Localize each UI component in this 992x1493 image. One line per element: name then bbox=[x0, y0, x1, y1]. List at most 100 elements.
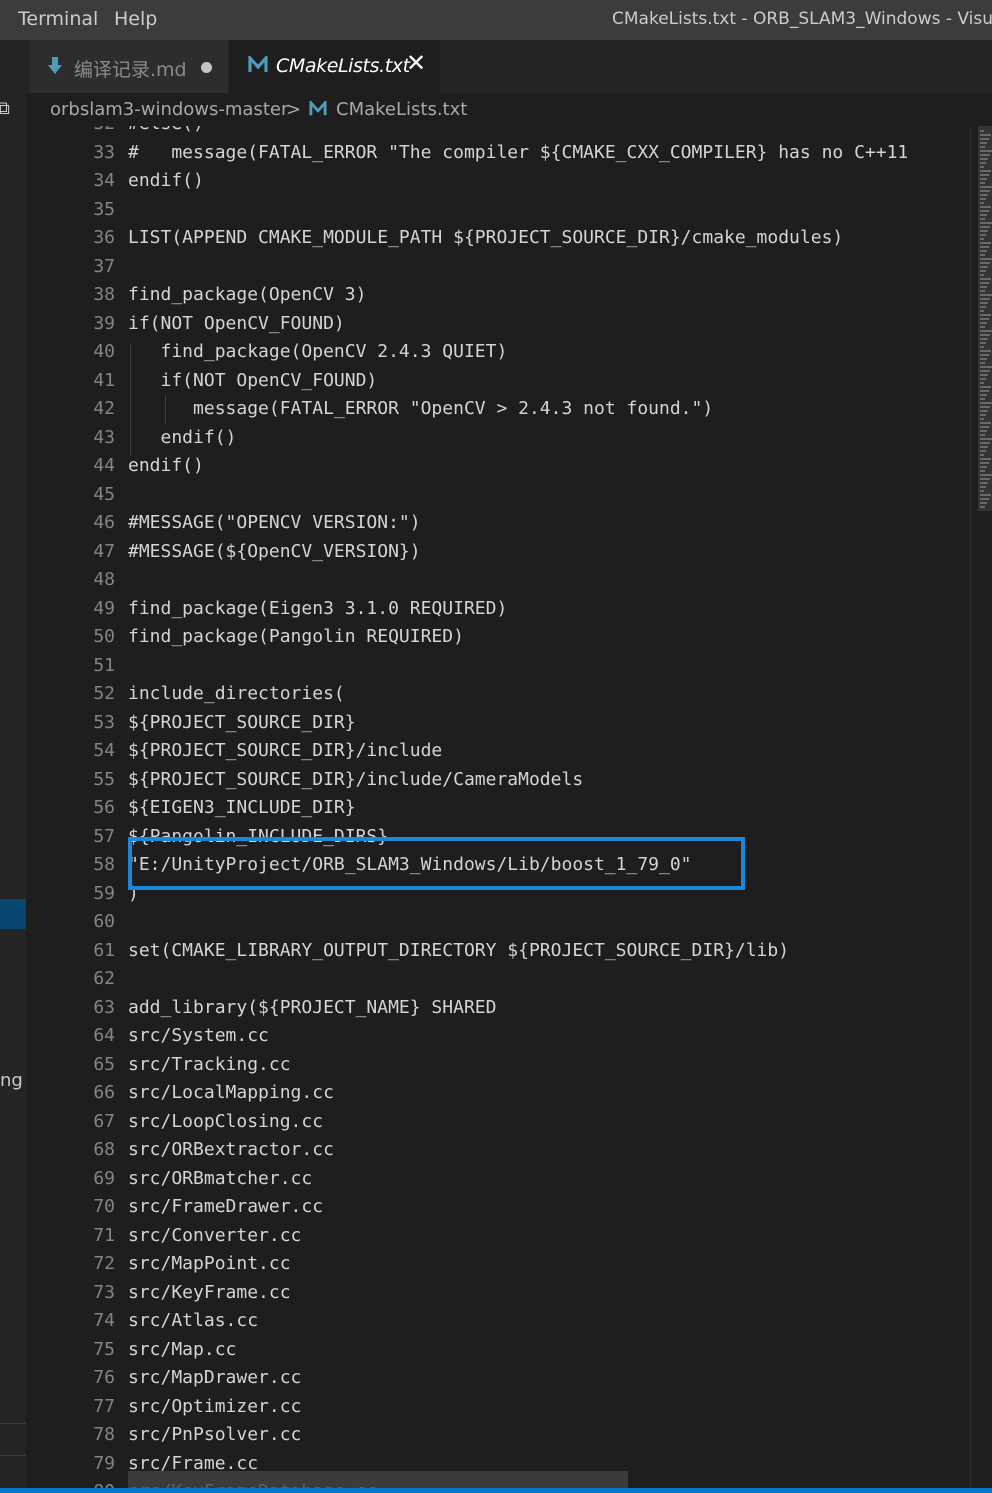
code-line[interactable]: 56 ${EIGEN3_INCLUDE_DIR} bbox=[26, 794, 970, 823]
code-line[interactable]: 73 src/KeyFrame.cc bbox=[26, 1279, 970, 1308]
line-number: 61 bbox=[93, 939, 115, 961]
line-number: 60 bbox=[93, 911, 115, 932]
minimap-line bbox=[980, 318, 989, 320]
minimap-line bbox=[980, 406, 990, 408]
code-line[interactable]: 36 LIST(APPEND CMAKE_MODULE_PATH ${PROJEC… bbox=[26, 224, 970, 253]
line-number: 63 bbox=[93, 996, 115, 1018]
line-number: 56 bbox=[93, 797, 115, 818]
code-text: src/Tracking.cc bbox=[128, 1053, 291, 1075]
line-number: 55 bbox=[93, 768, 115, 790]
code-text: if(NOT OpenCV_FOUND) bbox=[128, 312, 345, 334]
code-line[interactable]: 39 if(NOT OpenCV_FOUND) bbox=[26, 310, 970, 339]
code-line[interactable]: 34 endif() bbox=[26, 167, 970, 196]
code-text: src/Map.cc bbox=[128, 1338, 237, 1360]
minimap-line bbox=[980, 466, 987, 468]
code-line[interactable]: 67 src/LoopClosing.cc bbox=[26, 1108, 970, 1137]
code-line[interactable]: 40 find_package(OpenCV 2.4.3 QUIET) bbox=[26, 338, 970, 367]
code-line[interactable]: 41 if(NOT OpenCV_FOUND) bbox=[26, 367, 970, 396]
code-line[interactable]: 35 bbox=[26, 196, 970, 225]
code-line[interactable]: 76 src/MapDrawer.cc bbox=[26, 1364, 970, 1393]
menu-help[interactable]: Help bbox=[114, 8, 157, 30]
line-number: 51 bbox=[93, 654, 115, 676]
line-number: 47 bbox=[93, 540, 115, 562]
code-text: src/PnPsolver.cc bbox=[128, 1424, 302, 1445]
code-line[interactable]: 65 src/Tracking.cc bbox=[26, 1051, 970, 1080]
code-text: ${PROJECT_SOURCE_DIR}/include/CameraMode… bbox=[128, 768, 584, 790]
code-editor[interactable]: 32 #else() 33 # message(FATAL_ERROR "The co… bbox=[26, 126, 970, 1493]
tab-compile-notes[interactable]: 编译记录.md bbox=[30, 40, 228, 93]
divider bbox=[0, 1455, 26, 1456]
code-line[interactable]: 55 ${PROJECT_SOURCE_DIR}/include/CameraMo… bbox=[26, 766, 970, 795]
line-number: 43 bbox=[93, 426, 115, 448]
menu-terminal[interactable]: Terminal bbox=[18, 8, 98, 30]
breadcrumb-file[interactable]: CMakeLists.txt bbox=[336, 99, 467, 120]
code-line[interactable]: 45 bbox=[26, 481, 970, 510]
minimap[interactable] bbox=[970, 126, 992, 1493]
line-number: 38 bbox=[93, 284, 115, 305]
code-line[interactable]: 42 message(FATAL_ERROR "OpenCV > 2.4.3 n… bbox=[26, 395, 970, 424]
close-icon[interactable]: ✕ bbox=[406, 51, 426, 75]
code-line[interactable]: 78 src/PnPsolver.cc bbox=[26, 1421, 970, 1450]
code-line[interactable]: 44 endif() bbox=[26, 452, 970, 481]
minimap-line bbox=[980, 298, 990, 300]
line-number: 53 bbox=[93, 711, 115, 733]
line-number: 69 bbox=[93, 1167, 115, 1189]
tab-cmakelists[interactable]: CMakeLists.txt ✕ bbox=[229, 40, 440, 93]
code-line[interactable]: 51 bbox=[26, 652, 970, 681]
code-line[interactable]: 43 endif() bbox=[26, 424, 970, 453]
code-line[interactable]: 74 src/Atlas.cc bbox=[26, 1307, 970, 1336]
line-number: 70 bbox=[93, 1196, 115, 1217]
code-line[interactable]: 48 bbox=[26, 566, 970, 595]
code-line[interactable]: 32 #else() bbox=[26, 126, 970, 139]
minimap-line bbox=[980, 450, 986, 452]
minimap-line bbox=[980, 186, 992, 188]
code-line[interactable]: 50 find_package(Pangolin REQUIRED) bbox=[26, 623, 970, 652]
code-text: LIST(APPEND CMAKE_MODULE_PATH ${PROJECT_… bbox=[128, 227, 844, 248]
code-line[interactable]: 68 src/ORBextractor.cc bbox=[26, 1136, 970, 1165]
sidebar-selected-item[interactable] bbox=[0, 899, 26, 929]
minimap-line bbox=[980, 446, 988, 448]
code-text: find_package(OpenCV 2.4.3 QUIET) bbox=[128, 341, 508, 362]
minimap-line bbox=[980, 198, 986, 200]
code-line[interactable]: 77 src/Optimizer.cc bbox=[26, 1393, 970, 1422]
code-line[interactable]: 62 bbox=[26, 965, 970, 994]
line-number: 45 bbox=[93, 483, 115, 505]
code-line[interactable]: 75 src/Map.cc bbox=[26, 1336, 970, 1365]
code-line[interactable]: 53 ${PROJECT_SOURCE_DIR} bbox=[26, 709, 970, 738]
code-line[interactable]: 72 src/MapPoint.cc bbox=[26, 1250, 970, 1279]
minimap-line bbox=[980, 314, 991, 316]
code-line[interactable]: 64 src/System.cc bbox=[26, 1022, 970, 1051]
code-line[interactable]: 60 bbox=[26, 908, 970, 937]
minimap-line bbox=[980, 378, 986, 380]
minimap-line bbox=[980, 282, 989, 284]
code-line[interactable]: 38 find_package(OpenCV 3) bbox=[26, 281, 970, 310]
line-number: 39 bbox=[93, 312, 115, 334]
unsaved-dot-icon[interactable] bbox=[201, 62, 212, 73]
code-line[interactable]: 61 set(CMAKE_LIBRARY_OUTPUT_DIRECTORY ${P… bbox=[26, 937, 970, 966]
code-line[interactable]: 37 bbox=[26, 253, 970, 282]
code-line[interactable]: 33 # message(FATAL_ERROR "The compiler ${… bbox=[26, 139, 970, 168]
line-number: 36 bbox=[93, 227, 115, 248]
minimap-line bbox=[980, 162, 986, 164]
line-number: 68 bbox=[93, 1139, 115, 1160]
minimap-line bbox=[980, 262, 990, 264]
breadcrumb-folder[interactable]: orbslam3-windows-master bbox=[50, 99, 288, 120]
code-line[interactable]: 63 add_library(${PROJECT_NAME} SHARED bbox=[26, 994, 970, 1023]
code-line[interactable]: 46 #MESSAGE("OPENCV VERSION:") bbox=[26, 509, 970, 538]
code-line[interactable]: 71 src/Converter.cc bbox=[26, 1222, 970, 1251]
code-text: ${PROJECT_SOURCE_DIR} bbox=[128, 711, 356, 733]
minimap-line bbox=[980, 202, 984, 204]
code-line[interactable]: 52 include_directories( bbox=[26, 680, 970, 709]
code-line[interactable]: 70 src/FrameDrawer.cc bbox=[26, 1193, 970, 1222]
code-line[interactable]: 47 #MESSAGE(${OpenCV_VERSION}) bbox=[26, 538, 970, 567]
line-number: 76 bbox=[93, 1367, 115, 1388]
code-line[interactable]: 69 src/ORBmatcher.cc bbox=[26, 1165, 970, 1194]
line-number: 78 bbox=[93, 1424, 115, 1445]
code-line[interactable]: 66 src/LocalMapping.cc bbox=[26, 1079, 970, 1108]
minimap-line bbox=[980, 178, 987, 180]
code-line[interactable]: 54 ${PROJECT_SOURCE_DIR}/include bbox=[26, 737, 970, 766]
split-editor-icon[interactable]: ⧉ bbox=[0, 98, 10, 119]
code-text: src/MapDrawer.cc bbox=[128, 1367, 302, 1388]
line-number: 52 bbox=[93, 683, 115, 704]
code-line[interactable]: 49 find_package(Eigen3 3.1.0 REQUIRED) bbox=[26, 595, 970, 624]
